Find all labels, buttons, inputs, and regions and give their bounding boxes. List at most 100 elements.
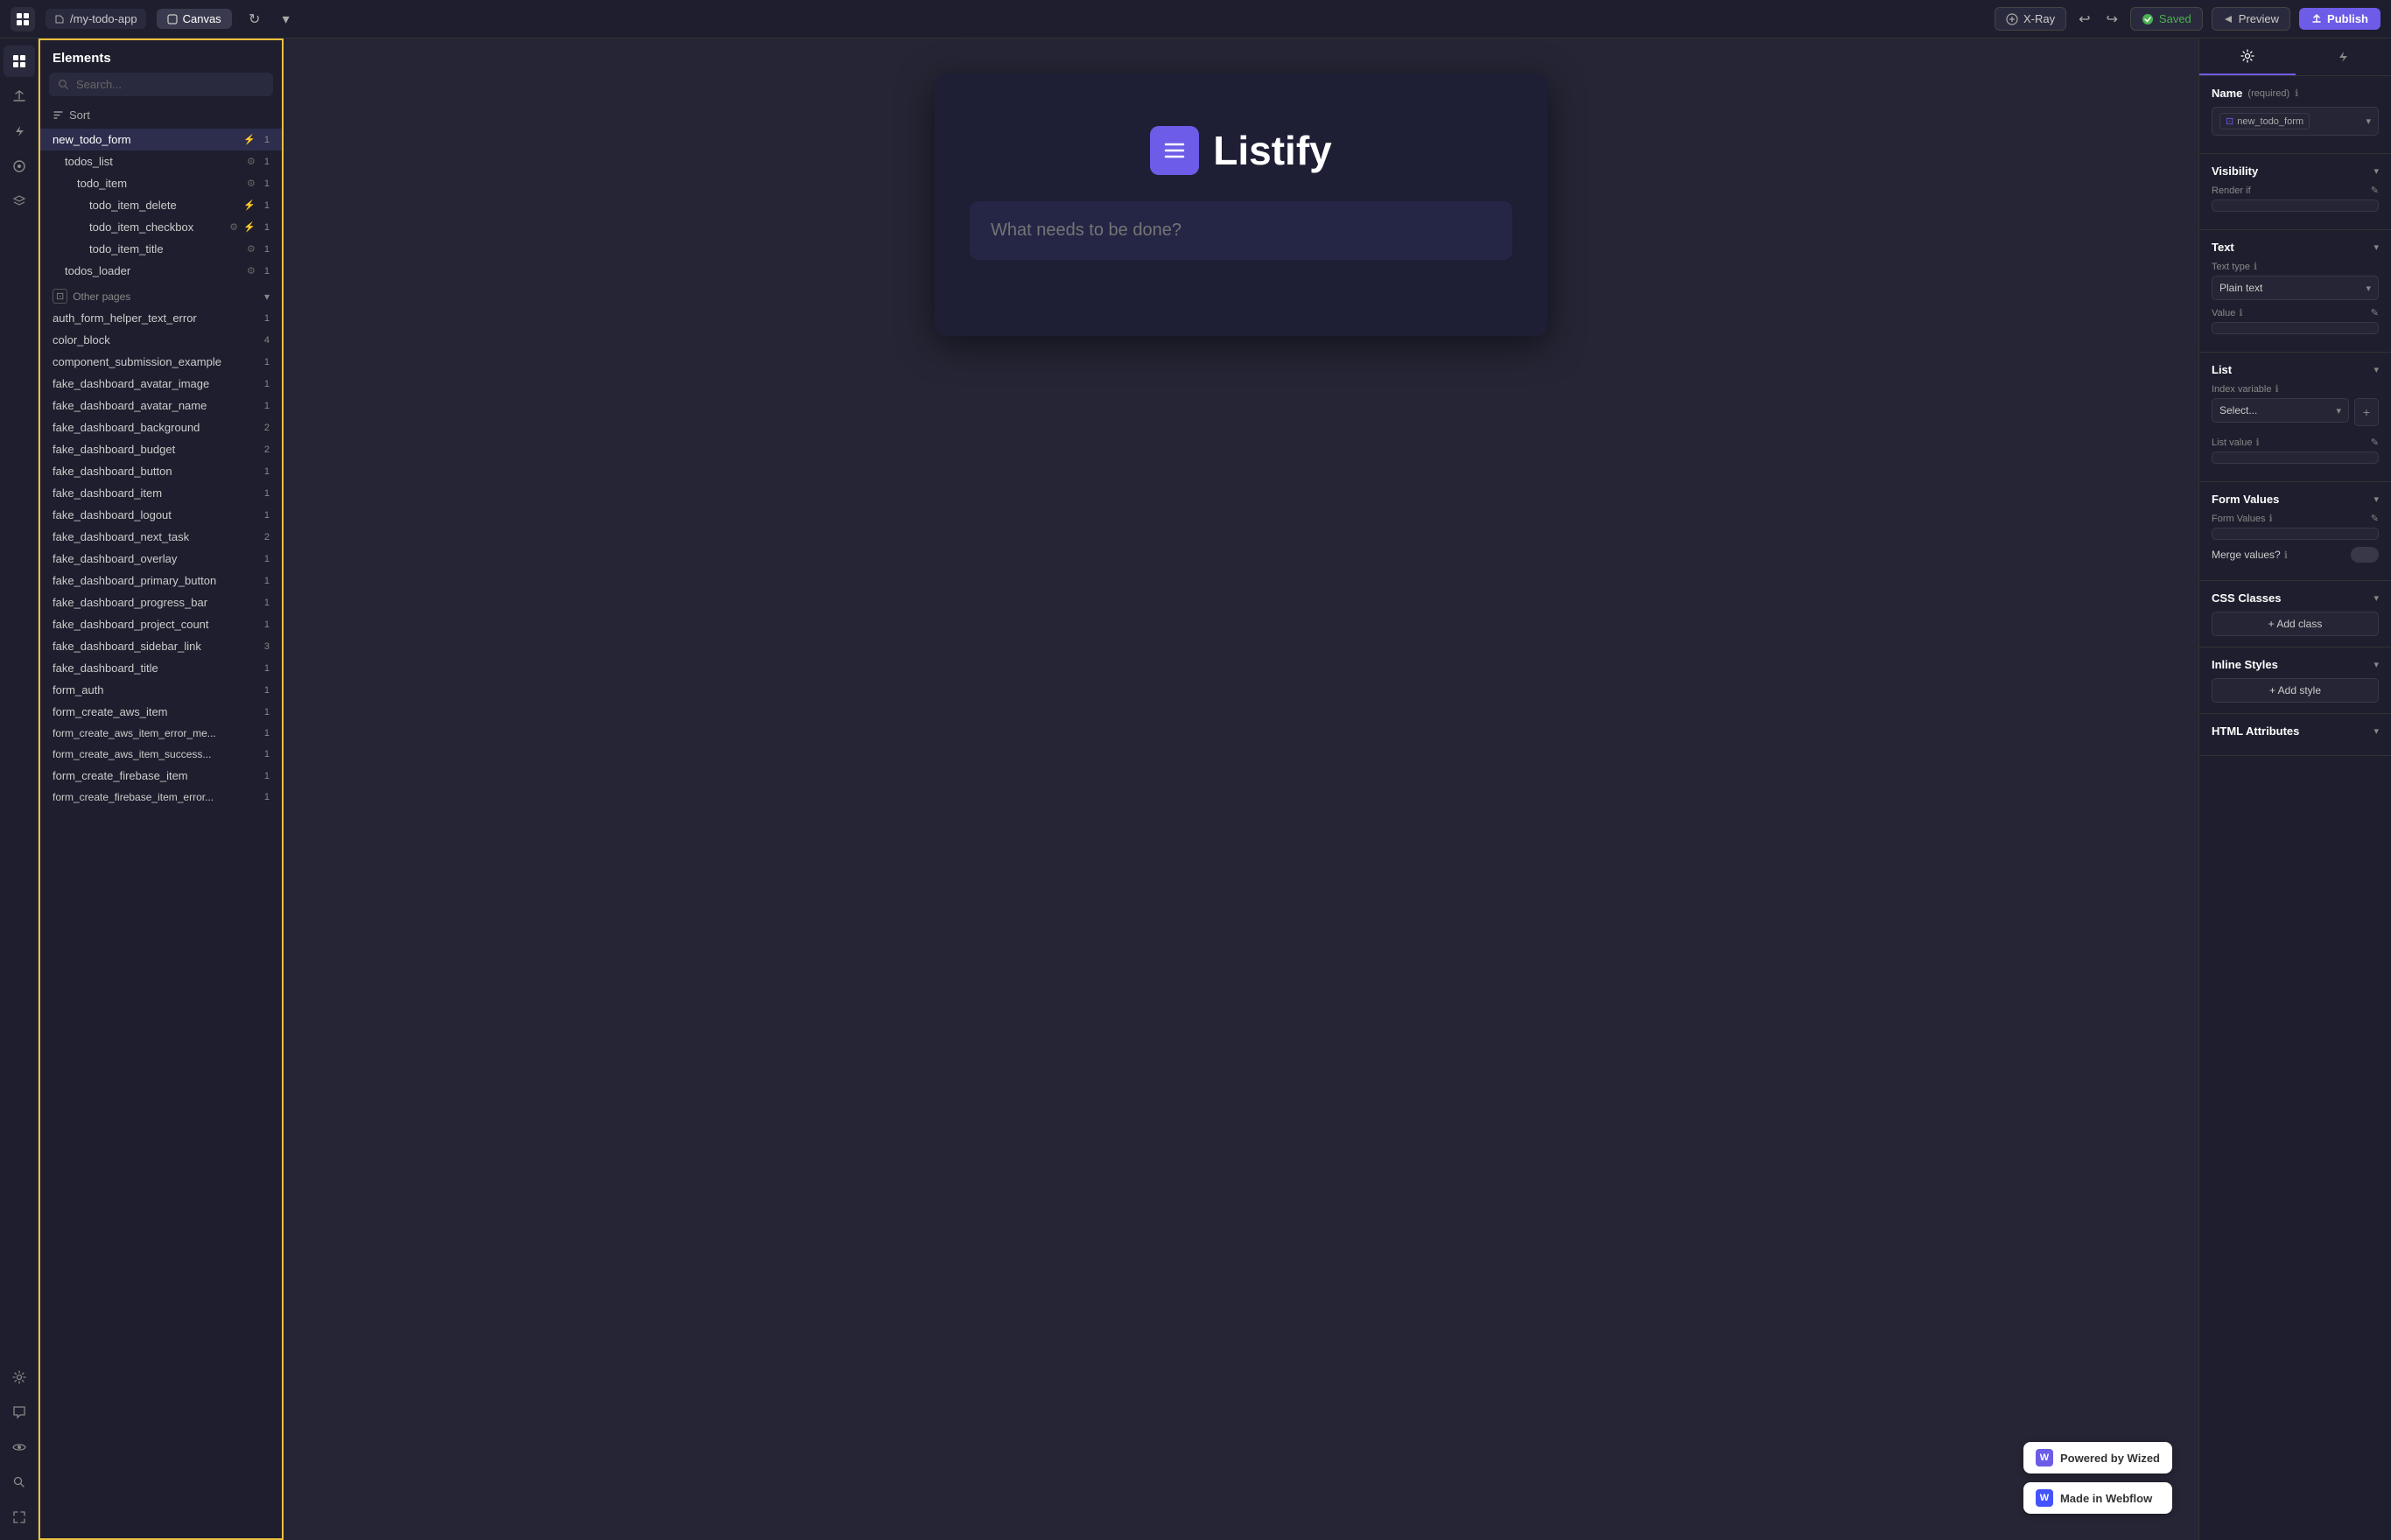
list-item[interactable]: fake_dashboard_logout1 xyxy=(40,504,282,526)
preview-button[interactable]: Preview xyxy=(2212,7,2290,31)
list-item[interactable]: fake_dashboard_primary_button1 xyxy=(40,570,282,592)
xray-button[interactable]: X-Ray xyxy=(1995,7,2066,31)
search-icon-rail[interactable] xyxy=(4,1466,35,1498)
list-item[interactable]: fake_dashboard_background2 xyxy=(40,416,282,438)
undo-button[interactable]: ↩ xyxy=(2075,7,2093,32)
list-item[interactable]: form_create_firebase_item1 xyxy=(40,765,282,787)
list-item[interactable]: todo_item_title ⚙ 1 xyxy=(40,238,282,260)
render-if-edit[interactable]: ✎ xyxy=(2371,185,2379,196)
list-item[interactable]: fake_dashboard_item1 xyxy=(40,482,282,504)
item-count: 3 xyxy=(264,641,270,652)
index-select[interactable]: Select... ▾ xyxy=(2212,398,2349,423)
text-title: Text xyxy=(2212,241,2234,254)
message-icon[interactable] xyxy=(4,1396,35,1428)
list-item[interactable]: form_create_firebase_item_error...1 xyxy=(40,787,282,808)
file-tab[interactable]: /my-todo-app xyxy=(46,9,146,29)
add-class-button[interactable]: + Add class xyxy=(2212,612,2379,636)
expand-icon[interactable] xyxy=(4,1502,35,1533)
bracket-icon: ⊡ xyxy=(2226,116,2233,127)
wized-watermark[interactable]: W Powered by Wized xyxy=(2023,1442,2172,1474)
item-icons: ⚙ 1 xyxy=(247,243,270,255)
add-index-button[interactable]: + xyxy=(2354,398,2379,426)
wized-label: Powered by Wized xyxy=(2060,1452,2160,1465)
text-type-select[interactable]: Plain text ▾ xyxy=(2212,276,2379,300)
html-attributes-header[interactable]: HTML Attributes ▾ xyxy=(2212,724,2379,738)
inline-styles-header[interactable]: Inline Styles ▾ xyxy=(2212,658,2379,671)
item-name: form_create_aws_item_success... xyxy=(53,748,261,760)
gear-icon[interactable] xyxy=(4,1362,35,1393)
css-classes-title: CSS Classes xyxy=(2212,592,2282,605)
refresh-button[interactable]: ↻ xyxy=(242,7,267,32)
value-edit-icon[interactable]: ✎ xyxy=(2371,307,2379,318)
canvas-area[interactable]: Listify W Powered by Wized W Made in Web… xyxy=(284,38,2198,1540)
item-name: todo_item_delete xyxy=(89,199,243,212)
visibility-section-header[interactable]: Visibility ▾ xyxy=(2212,164,2379,178)
search-bar[interactable] xyxy=(49,73,273,96)
add-style-button[interactable]: + Add style xyxy=(2212,678,2379,703)
item-name: fake_dashboard_button xyxy=(53,465,261,478)
list-item[interactable]: todo_item_checkbox ⚙ ⚡ 1 xyxy=(40,216,282,238)
list-item[interactable]: fake_dashboard_button1 xyxy=(40,460,282,482)
publish-button[interactable]: Publish xyxy=(2299,8,2380,30)
list-item[interactable]: fake_dashboard_project_count1 xyxy=(40,613,282,635)
app-logo-icon xyxy=(1150,126,1199,175)
list-item[interactable]: color_block4 xyxy=(40,329,282,351)
form-values-chevron: ▾ xyxy=(2373,494,2379,505)
list-item[interactable]: form_create_aws_item1 xyxy=(40,701,282,723)
list-item[interactable]: todos_loader ⚙ 1 xyxy=(40,260,282,282)
render-if-input[interactable] xyxy=(2212,200,2379,212)
form-values-edit-icon[interactable]: ✎ xyxy=(2371,513,2379,524)
merge-toggle[interactable] xyxy=(2351,547,2379,563)
canvas-tab[interactable]: Canvas xyxy=(157,9,232,29)
list-item[interactable]: fake_dashboard_progress_bar1 xyxy=(40,592,282,613)
list-item[interactable]: todo_item ⚙ 1 xyxy=(40,172,282,194)
list-item[interactable]: form_auth1 xyxy=(40,679,282,701)
item-count: 1 xyxy=(264,510,270,521)
list-item[interactable]: form_create_aws_item_success...1 xyxy=(40,744,282,765)
webflow-watermark[interactable]: W Made in Webflow xyxy=(2023,1482,2172,1514)
item-name: fake_dashboard_background xyxy=(53,421,261,434)
list-item[interactable]: fake_dashboard_sidebar_link3 xyxy=(40,635,282,657)
eye-icon[interactable] xyxy=(4,1432,35,1463)
list-item[interactable]: component_submission_example1 xyxy=(40,351,282,373)
saved-label: Saved xyxy=(2159,12,2191,25)
list-item[interactable]: new_todo_form ⚡ 1 xyxy=(40,129,282,150)
app-logo[interactable] xyxy=(11,7,35,32)
redo-button[interactable]: ↪ xyxy=(2103,7,2121,32)
dropdown-chevron[interactable]: ▾ xyxy=(277,10,295,28)
list-item[interactable]: fake_dashboard_avatar_name1 xyxy=(40,395,282,416)
name-select[interactable]: ⊡ new_todo_form ▾ xyxy=(2212,107,2379,136)
list-item[interactable]: fake_dashboard_title1 xyxy=(40,657,282,679)
list-item[interactable]: fake_dashboard_next_task2 xyxy=(40,526,282,548)
other-pages-section[interactable]: ⊡ Other pages ▾ xyxy=(40,282,282,307)
layers-icon[interactable] xyxy=(4,186,35,217)
select-chevron: ▾ xyxy=(2366,116,2371,127)
item-name: fake_dashboard_next_task xyxy=(53,530,261,543)
lightning-icon[interactable] xyxy=(4,116,35,147)
list-section-header[interactable]: List ▾ xyxy=(2212,363,2379,376)
css-classes-header[interactable]: CSS Classes ▾ xyxy=(2212,592,2379,605)
search-input[interactable] xyxy=(76,78,264,91)
form-values-input[interactable] xyxy=(2212,528,2379,540)
list-item[interactable]: fake_dashboard_budget2 xyxy=(40,438,282,460)
form-values-header[interactable]: Form Values ▾ xyxy=(2212,493,2379,506)
list-value-input[interactable] xyxy=(2212,452,2379,464)
list-item[interactable]: fake_dashboard_avatar_image1 xyxy=(40,373,282,395)
html-attributes-section: HTML Attributes ▾ xyxy=(2199,714,2391,756)
app-input[interactable] xyxy=(970,201,1512,260)
list-item[interactable]: auth_form_helper_text_error1 xyxy=(40,307,282,329)
elements-icon[interactable] xyxy=(4,46,35,77)
list-item[interactable]: todo_item_delete ⚡ 1 xyxy=(40,194,282,216)
sort-row[interactable]: Sort xyxy=(40,105,282,129)
upload-icon[interactable] xyxy=(4,80,35,112)
list-value-edit-icon[interactable]: ✎ xyxy=(2371,437,2379,448)
list-item[interactable]: todos_list ⚙ 1 xyxy=(40,150,282,172)
bolt-tab[interactable] xyxy=(2296,38,2391,75)
settings-tab[interactable] xyxy=(2199,38,2296,75)
list-item[interactable]: form_create_aws_item_error_me...1 xyxy=(40,723,282,744)
components-icon[interactable] xyxy=(4,150,35,182)
list-item[interactable]: fake_dashboard_overlay1 xyxy=(40,548,282,570)
text-section-header[interactable]: Text ▾ xyxy=(2212,241,2379,254)
saved-button[interactable]: Saved xyxy=(2130,7,2203,31)
value-input[interactable] xyxy=(2212,322,2379,334)
